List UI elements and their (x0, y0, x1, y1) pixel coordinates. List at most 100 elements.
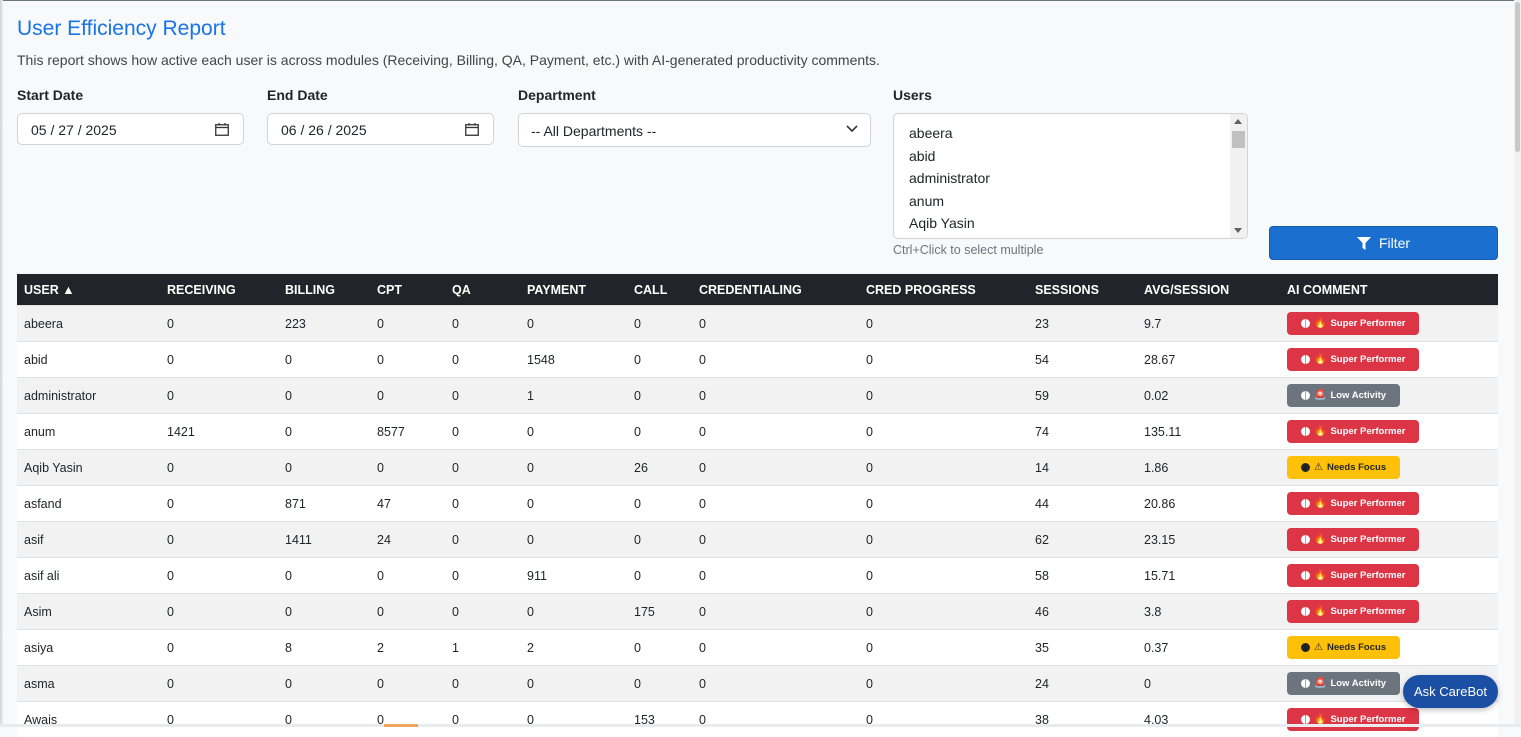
calendar-icon[interactable] (465, 123, 479, 136)
brain-icon (1301, 607, 1310, 616)
ai-comment-badge: 🔥 Super Performer (1287, 492, 1419, 515)
page-subtitle: This report shows how active each user i… (17, 52, 880, 68)
cell-avg: 0 (1137, 666, 1280, 702)
cell-receiving: 0 (160, 594, 278, 630)
window-left-edge (0, 0, 3, 727)
column-header-qa[interactable]: QA (445, 274, 520, 306)
cell-avg: 0.37 (1137, 630, 1280, 666)
cell-billing: 0 (278, 558, 370, 594)
cell-call: 0 (627, 378, 692, 414)
column-header-billing[interactable]: BILLING (278, 274, 370, 306)
start-date-value: 05 / 27 / 2025 (31, 122, 117, 138)
users-multiselect[interactable]: abeera abid administrator anum Aqib Yasi… (893, 113, 1248, 239)
ai-comment-text: Super Performer (1330, 570, 1405, 581)
column-header-avg-session[interactable]: AVG/SESSION (1137, 274, 1280, 306)
brain-icon (1301, 427, 1310, 436)
calendar-icon[interactable] (215, 123, 229, 136)
cell-user: asfand (17, 486, 160, 522)
cell-sessions: 23 (1028, 306, 1137, 342)
column-header-user[interactable]: USER ▲ (17, 274, 160, 306)
page-scroll-thumb[interactable] (1515, 2, 1520, 152)
ai-comment-text: Needs Focus (1327, 462, 1386, 473)
table-header-row: USER ▲ RECEIVING BILLING CPT QA PAYMENT … (17, 274, 1498, 306)
ai-comment-badge: ⚠Needs Focus (1287, 636, 1400, 659)
cell-user: asma (17, 666, 160, 702)
cell-ai-comment: 🔥Super Performer (1280, 342, 1498, 378)
start-date-label: Start Date (17, 87, 83, 103)
table-row: administrator00001000590.02🚨Low Activity (17, 378, 1498, 414)
cell-cpt: 0 (370, 594, 445, 630)
page-scrollbar[interactable] (1514, 0, 1521, 727)
filter-button[interactable]: Filter (1269, 226, 1498, 260)
cell-cpt: 0 (370, 666, 445, 702)
scroll-thumb[interactable] (1232, 131, 1245, 148)
column-header-credentialing[interactable]: CREDENTIALING (692, 274, 859, 306)
cell-qa: 0 (445, 486, 520, 522)
cell-avg: 9.7 (1137, 306, 1280, 342)
cell-user: Asim (17, 594, 160, 630)
user-option[interactable]: anum (909, 190, 990, 213)
cell-payment: 0 (520, 594, 627, 630)
cell-credentialing: 0 (692, 378, 859, 414)
cell-sessions: 46 (1028, 594, 1137, 630)
scroll-down-arrow-icon[interactable] (1234, 228, 1242, 233)
cell-sessions: 44 (1028, 486, 1137, 522)
siren-icon: 🚨 (1314, 391, 1326, 401)
department-select[interactable]: -- All Departments -- (518, 113, 871, 147)
column-header-payment[interactable]: PAYMENT (520, 274, 627, 306)
table-row: asif0141124000006223.15🔥Super Performer (17, 522, 1498, 558)
cell-qa: 1 (445, 630, 520, 666)
ai-comment-text: Super Performer (1330, 498, 1405, 509)
cell-call: 26 (627, 450, 692, 486)
ai-comment-badge: 🔥Super Performer (1287, 420, 1419, 443)
cell-payment: 1548 (520, 342, 627, 378)
cell-cpt: 0 (370, 702, 445, 737)
cell-payment: 0 (520, 450, 627, 486)
table-row: abid000015480005428.67🔥Super Performer (17, 342, 1498, 378)
fire-icon: 🔥 (1314, 499, 1326, 509)
column-header-ai-comment[interactable]: AI COMMENT (1280, 274, 1498, 306)
warning-icon: ⚠ (1314, 643, 1323, 653)
column-header-cred-progress[interactable]: CRED PROGRESS (859, 274, 1028, 306)
user-option[interactable]: abid (909, 145, 990, 168)
ai-comment-badge: 🔥Super Performer (1287, 564, 1419, 587)
ai-comment-text: Super Performer (1330, 606, 1405, 617)
users-scrollbar[interactable] (1230, 114, 1247, 238)
cell-avg: 3.8 (1137, 594, 1280, 630)
user-option[interactable]: Aqib Yasin (909, 212, 990, 235)
cell-user: abid (17, 342, 160, 378)
ask-carebot-button[interactable]: Ask CareBot (1403, 675, 1498, 708)
column-header-call[interactable]: CALL (627, 274, 692, 306)
cell-receiving: 0 (160, 342, 278, 378)
cell-avg: 20.86 (1137, 486, 1280, 522)
column-header-cpt[interactable]: CPT (370, 274, 445, 306)
user-option[interactable]: abeera (909, 122, 990, 145)
cell-cpt: 0 (370, 342, 445, 378)
cell-qa: 0 (445, 378, 520, 414)
start-date-input[interactable]: 05 / 27 / 2025 (17, 113, 244, 145)
table-row: Aqib Yasin000002600141.86⚠Needs Focus (17, 450, 1498, 486)
table-row: asif ali00009110005815.71🔥Super Performe… (17, 558, 1498, 594)
table-row: Awais0000015300384.03🔥Super Performer (17, 702, 1498, 737)
column-header-sessions[interactable]: SESSIONS (1028, 274, 1137, 306)
cell-billing: 0 (278, 666, 370, 702)
cell-cred-progress: 0 (859, 630, 1028, 666)
cell-qa: 0 (445, 414, 520, 450)
column-header-receiving[interactable]: RECEIVING (160, 274, 278, 306)
table-row: asiya08212000350.37⚠Needs Focus (17, 630, 1498, 666)
cell-cpt: 8577 (370, 414, 445, 450)
brain-icon (1301, 679, 1310, 688)
user-option[interactable]: administrator (909, 167, 990, 190)
cell-payment: 0 (520, 306, 627, 342)
table-row: anum1421085770000074135.11🔥Super Perform… (17, 414, 1498, 450)
end-date-input[interactable]: 06 / 26 / 2025 (267, 113, 494, 145)
cell-user: Awais (17, 702, 160, 737)
cell-payment: 0 (520, 414, 627, 450)
chevron-down-icon (846, 125, 858, 133)
cell-credentialing: 0 (692, 630, 859, 666)
cell-billing: 223 (278, 306, 370, 342)
cell-cred-progress: 0 (859, 522, 1028, 558)
cell-cred-progress: 0 (859, 702, 1028, 737)
cell-qa: 0 (445, 306, 520, 342)
scroll-up-arrow-icon[interactable] (1234, 119, 1242, 124)
